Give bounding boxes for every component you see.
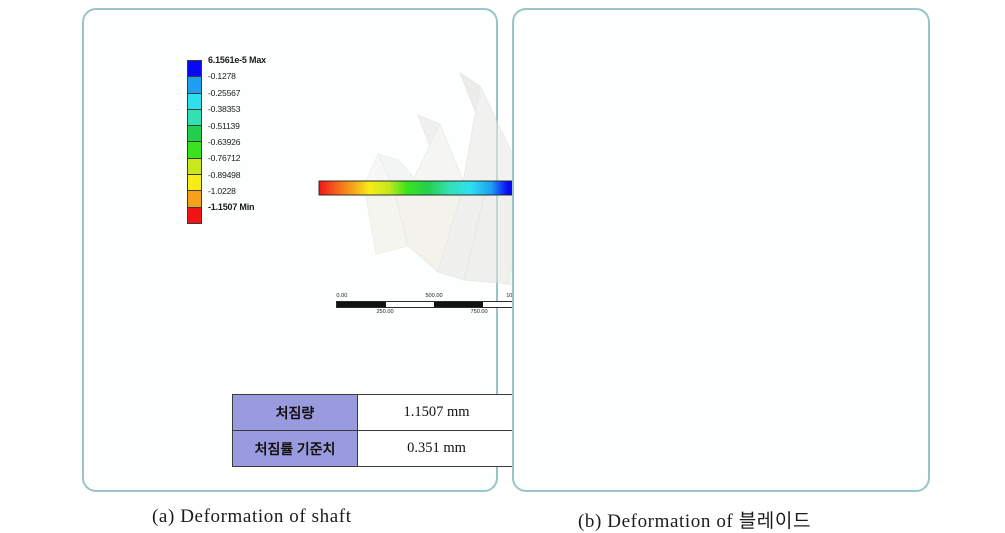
legend-swatch <box>188 158 201 176</box>
caption-a: (a) Deformation of shaft <box>152 506 352 527</box>
legend-colorbar-a <box>187 60 202 224</box>
legend-label: -0.1278 <box>208 71 236 82</box>
legend-label: -1.0228 <box>208 186 236 197</box>
scale-label: 0.00 <box>336 293 348 299</box>
scale-seg <box>434 302 483 307</box>
legend-labels-a: 6.1561e-5 Max -0.1278 -0.25567 -0.38353 … <box>208 52 266 216</box>
scale-seg <box>386 302 435 307</box>
scale-label: 500.00 <box>425 293 443 299</box>
legend-swatch <box>188 126 201 143</box>
scale-label: 750.00 <box>470 309 488 315</box>
table-header-cell: 처짐률 기준치 <box>232 430 358 467</box>
scale-bar-a: 0.00 500.00 1000.00 (mm) 250.00 750.00 <box>336 292 546 317</box>
legend-swatch <box>188 191 201 208</box>
shaft-geometry <box>318 180 530 196</box>
scale-seg <box>337 302 386 307</box>
blade-group <box>363 72 535 287</box>
table-value-cell: 0.351 mm <box>357 430 516 467</box>
legend-label: -0.51139 <box>208 120 240 131</box>
table-row: 처짐률 기준치 0.351 mm <box>232 430 516 467</box>
legend-swatch <box>188 142 201 159</box>
table-header-cell: 처짐량 <box>232 394 358 431</box>
legend-deformation-shaft: 6.1561e-5 Max -0.1278 -0.25567 -0.38353 … <box>187 55 266 224</box>
legend-label: -0.38353 <box>208 104 241 115</box>
legend-swatch <box>188 93 201 110</box>
panel-deformation-blade: 51.118 Max 45.439 39.759 34.079 28.399 2… <box>512 8 930 492</box>
legend-label: -0.63926 <box>208 136 241 147</box>
figure-stage: 6.1561e-5 Max -0.1278 -0.25567 -0.38353 … <box>0 0 1005 532</box>
results-table-shaft: 처짐량 1.1507 mm 처짐률 기준치 0.351 mm <box>232 394 516 467</box>
scale-top-labels: 0.00 500.00 1000.00 (mm) <box>336 292 546 301</box>
legend-label-max: 6.1561e-5 Max <box>208 54 266 65</box>
scale-label: 250.00 <box>376 309 394 315</box>
legend-swatch <box>188 207 201 223</box>
caption-b: (b) Deformation of 블레이드 <box>578 511 812 532</box>
legend-swatch <box>188 175 201 192</box>
scale-track-a <box>336 301 532 308</box>
legend-label: -0.76712 <box>208 153 241 164</box>
table-value-cell: 1.1507 mm <box>357 394 516 431</box>
scale-bottom-labels: 250.00 750.00 <box>336 308 532 317</box>
legend-swatch <box>188 77 201 94</box>
legend-swatch <box>188 109 201 127</box>
table-row: 처짐량 1.1507 mm <box>232 394 516 431</box>
legend-label-min: -1.1507 Min <box>208 202 255 213</box>
legend-label: -0.25567 <box>208 87 241 98</box>
panel-deformation-shaft: 6.1561e-5 Max -0.1278 -0.25567 -0.38353 … <box>82 8 546 492</box>
legend-swatch <box>188 61 201 78</box>
legend-label: -0.89498 <box>208 169 241 180</box>
